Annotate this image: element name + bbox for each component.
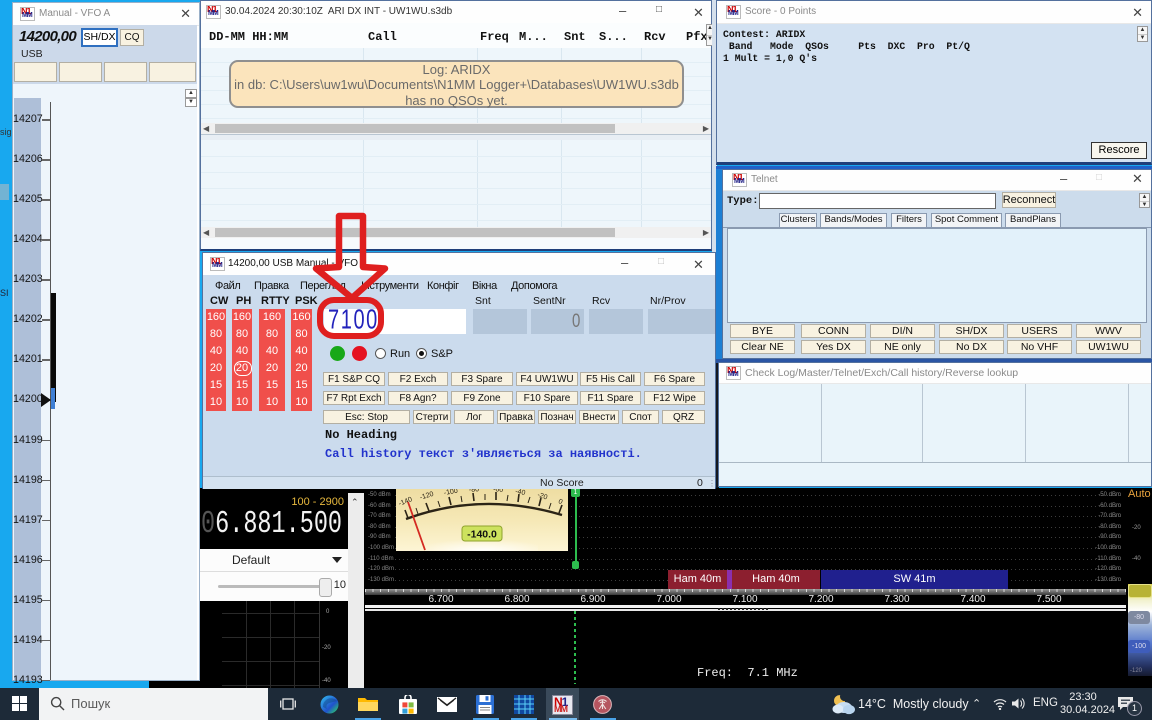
svg-text:-80: -80 [469,489,480,494]
svg-text:-140.0: -140.0 [467,529,497,541]
